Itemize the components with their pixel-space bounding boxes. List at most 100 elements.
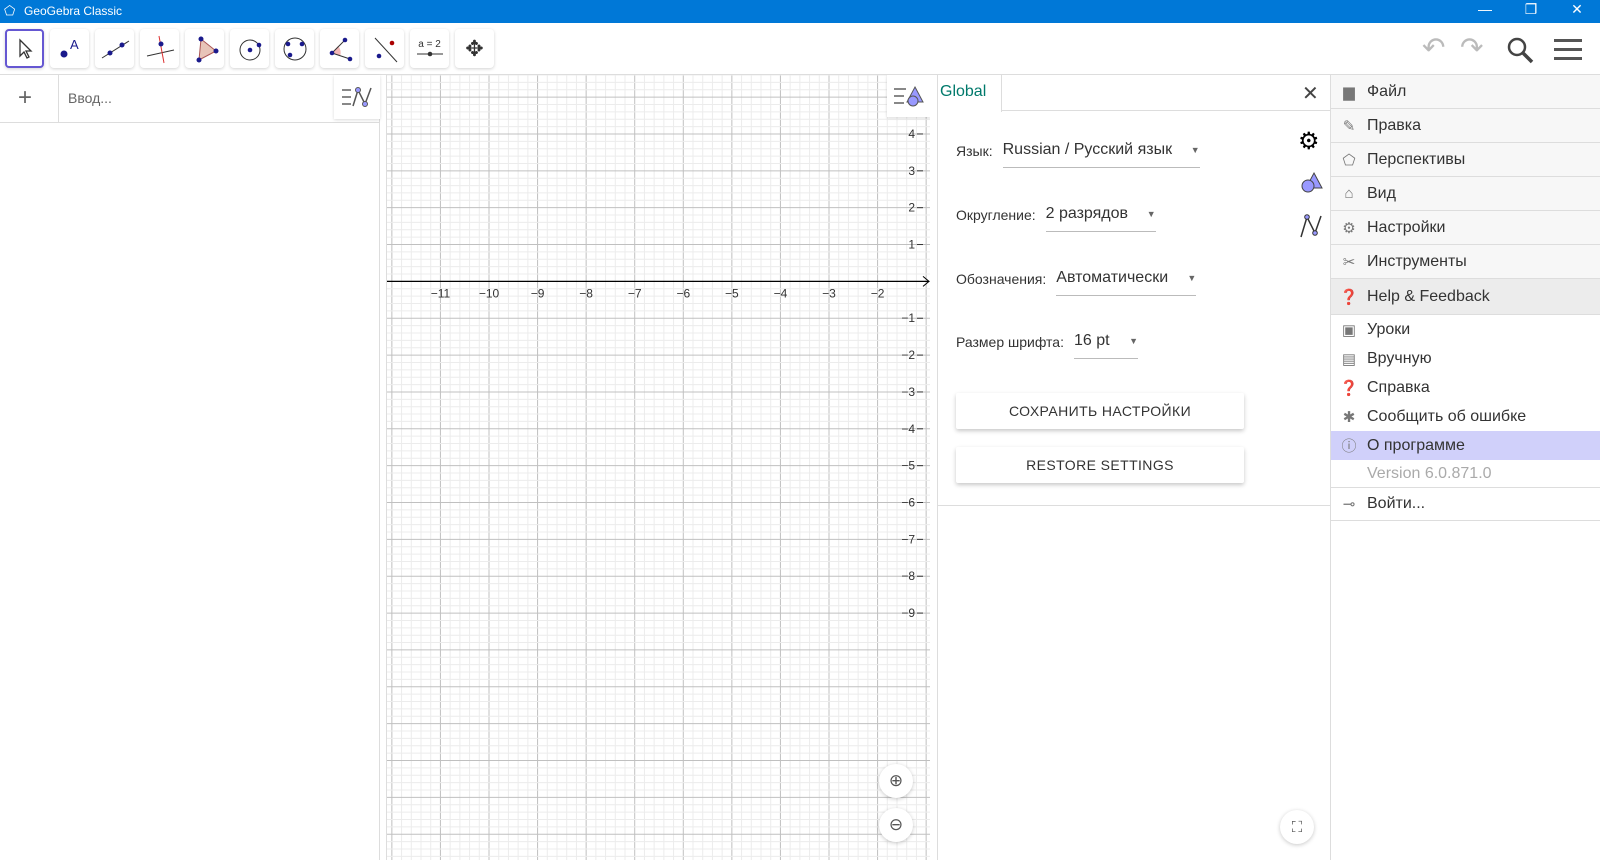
y-tick-label: −8: [901, 569, 915, 583]
coordinate-grid[interactable]: −11 −10 −9 −8 −7 −6 −5 −4 −3 −2 4 3 2 1 −1 −2 −3 −4 −5 −6 −7…: [387, 75, 930, 860]
y-tick-label: −9: [901, 606, 915, 620]
dropdown-arrow-icon: ▼: [1187, 273, 1197, 283]
menu-item-tutorials[interactable]: ▣ Уроки: [1331, 315, 1600, 344]
graphics-view[interactable]: −11 −10 −9 −8 −7 −6 −5 −4 −3 −2 4 3 2 1 −1 −2 −3 −4 −5 −6 −7…: [386, 75, 930, 860]
menu-label: Уроки: [1367, 320, 1411, 338]
rounding-dropdown[interactable]: 2 разрядов ▼: [1045, 205, 1156, 232]
x-tick-label: −10: [479, 286, 500, 300]
menu-label: Правка: [1367, 116, 1422, 134]
perspectives-icon: ⬠: [1342, 151, 1356, 169]
zoom-in-button[interactable]: ⊕: [879, 764, 913, 798]
menu-item-help[interactable]: ❓ Справка: [1331, 373, 1600, 402]
algebra-settings-icon[interactable]: [1299, 213, 1323, 239]
x-tick-label: −9: [531, 286, 545, 300]
slider-label: a = 2: [418, 39, 441, 50]
menu-label: Help & Feedback: [1367, 287, 1490, 305]
tool-reflect[interactable]: [365, 29, 404, 68]
tool-move-graphics[interactable]: ✥: [455, 29, 494, 68]
labeling-dropdown[interactable]: Автоматически ▼: [1056, 269, 1197, 296]
menu-item-tools[interactable]: ✂ Инструменты: [1331, 245, 1600, 279]
tool-move[interactable]: [5, 29, 44, 68]
tool-slider[interactable]: a = 2: [410, 29, 449, 68]
menu-label: Инструменты: [1367, 252, 1467, 270]
y-tick-label: −5: [901, 459, 915, 473]
y-tick-label: −6: [901, 496, 915, 510]
menu-item-file[interactable]: ▆ Файл: [1331, 75, 1600, 109]
labeling-value: Автоматически: [1056, 269, 1169, 286]
sign-in-icon: ⊸: [1342, 496, 1356, 513]
algebra-graph-icon: [342, 87, 372, 107]
arrow-cursor-icon: [18, 37, 33, 59]
y-tick-label: −4: [901, 422, 915, 436]
minimize-button[interactable]: —: [1462, 1, 1508, 17]
zoom-out-button[interactable]: ⊖: [879, 808, 913, 842]
menu-label: Настройки: [1367, 218, 1446, 236]
add-button[interactable]: +: [18, 84, 32, 112]
menu-item-sign-in[interactable]: ⊸ Войти...: [1331, 488, 1600, 521]
line-icon: [101, 40, 129, 58]
tool-perpendicular[interactable]: [140, 29, 179, 68]
setting-labeling: Обозначения: Автоматически ▼: [956, 269, 1197, 296]
save-settings-button[interactable]: СОХРАНИТЬ НАСТРОЙКИ: [956, 393, 1244, 429]
settings-panel: Global ✕ Язык: Russian / Русский язык ▼ Ок…: [937, 75, 1331, 860]
rounding-value: 2 разрядов: [1045, 205, 1129, 222]
y-tick-label: −7: [901, 532, 915, 546]
tools-icon: ✂: [1342, 253, 1356, 271]
menu-item-settings[interactable]: ⚙ Настройки: [1331, 211, 1600, 245]
fullscreen-icon: ⛶: [1291, 818, 1303, 836]
graphics-style-button[interactable]: [887, 75, 930, 117]
language-dropdown[interactable]: Russian / Русский язык ▼: [1002, 141, 1200, 168]
tool-line[interactable]: [95, 29, 134, 68]
x-tick-label: −5: [725, 286, 739, 300]
language-label: Язык:: [956, 143, 993, 159]
app-logo-icon: ⬠: [4, 3, 16, 18]
polygon-icon: [196, 36, 218, 62]
tool-polygon[interactable]: [185, 29, 224, 68]
font-size-dropdown[interactable]: 16 pt ▼: [1074, 332, 1138, 359]
fullscreen-button[interactable]: ⛶: [1280, 810, 1314, 844]
undo-icon[interactable]: ↶: [1422, 31, 1445, 64]
setting-font-size: Размер шрифта: 16 pt ▼: [956, 332, 1138, 359]
angle-icon: [329, 37, 352, 61]
zoom-in-icon: ⊕: [888, 771, 904, 790]
y-tick-label: 2: [908, 201, 915, 215]
restore-settings-button[interactable]: RESTORE SETTINGS: [956, 447, 1244, 483]
help-icon: ❓: [1339, 379, 1359, 397]
menu-item-view[interactable]: ⌂ Вид: [1331, 177, 1600, 211]
menu-label: Сообщить об ошибке: [1367, 407, 1527, 425]
restore-button[interactable]: ❐: [1508, 1, 1554, 18]
window-title: GeoGebra Classic: [24, 4, 123, 18]
x-tick-label: −7: [628, 286, 642, 300]
menu-label: О программе: [1367, 436, 1465, 454]
menu-item-perspectives[interactable]: ⬠ Перспективы: [1331, 143, 1600, 177]
menu-label: Перспективы: [1367, 150, 1466, 168]
tool-angle[interactable]: [320, 29, 359, 68]
graphics-settings-icon[interactable]: [1299, 171, 1323, 193]
info-icon: ⓘ: [1341, 438, 1357, 455]
menu-item-help-feedback[interactable]: ❓ Help & Feedback: [1331, 279, 1600, 315]
settings-header: Global ✕: [938, 75, 1331, 112]
gear-icon[interactable]: ⚙: [1298, 127, 1320, 156]
tab-global[interactable]: Global: [938, 75, 1002, 112]
algebra-style-button[interactable]: [334, 75, 380, 119]
menu-item-about[interactable]: ⓘ О программе: [1331, 431, 1600, 460]
close-settings-button[interactable]: ✕: [1302, 81, 1319, 106]
menu-label: Войти...: [1367, 495, 1426, 512]
menu-item-manual[interactable]: ▤ Вручную: [1331, 344, 1600, 373]
tool-circle-center[interactable]: [230, 29, 269, 68]
hamburger-menu-icon[interactable]: [1554, 37, 1582, 61]
dropdown-arrow-icon: ▼: [1146, 209, 1156, 219]
point-label: A: [70, 37, 79, 52]
graphics-shapes-icon: [894, 85, 924, 107]
tool-point[interactable]: A: [50, 29, 89, 68]
x-tick-label: −2: [871, 286, 885, 300]
menu-item-report-bug[interactable]: ✱ Сообщить об ошибке: [1331, 402, 1600, 431]
redo-icon[interactable]: ↷: [1460, 31, 1483, 64]
algebra-input[interactable]: Ввод...: [68, 90, 112, 106]
dropdown-arrow-icon: ▼: [1129, 336, 1138, 346]
tool-circle-3-points[interactable]: [275, 29, 314, 68]
search-icon[interactable]: [1505, 35, 1535, 65]
menu-item-edit[interactable]: ✎ Правка: [1331, 109, 1600, 143]
y-tick-label: −3: [901, 385, 915, 399]
close-window-button[interactable]: ✕: [1554, 1, 1600, 18]
